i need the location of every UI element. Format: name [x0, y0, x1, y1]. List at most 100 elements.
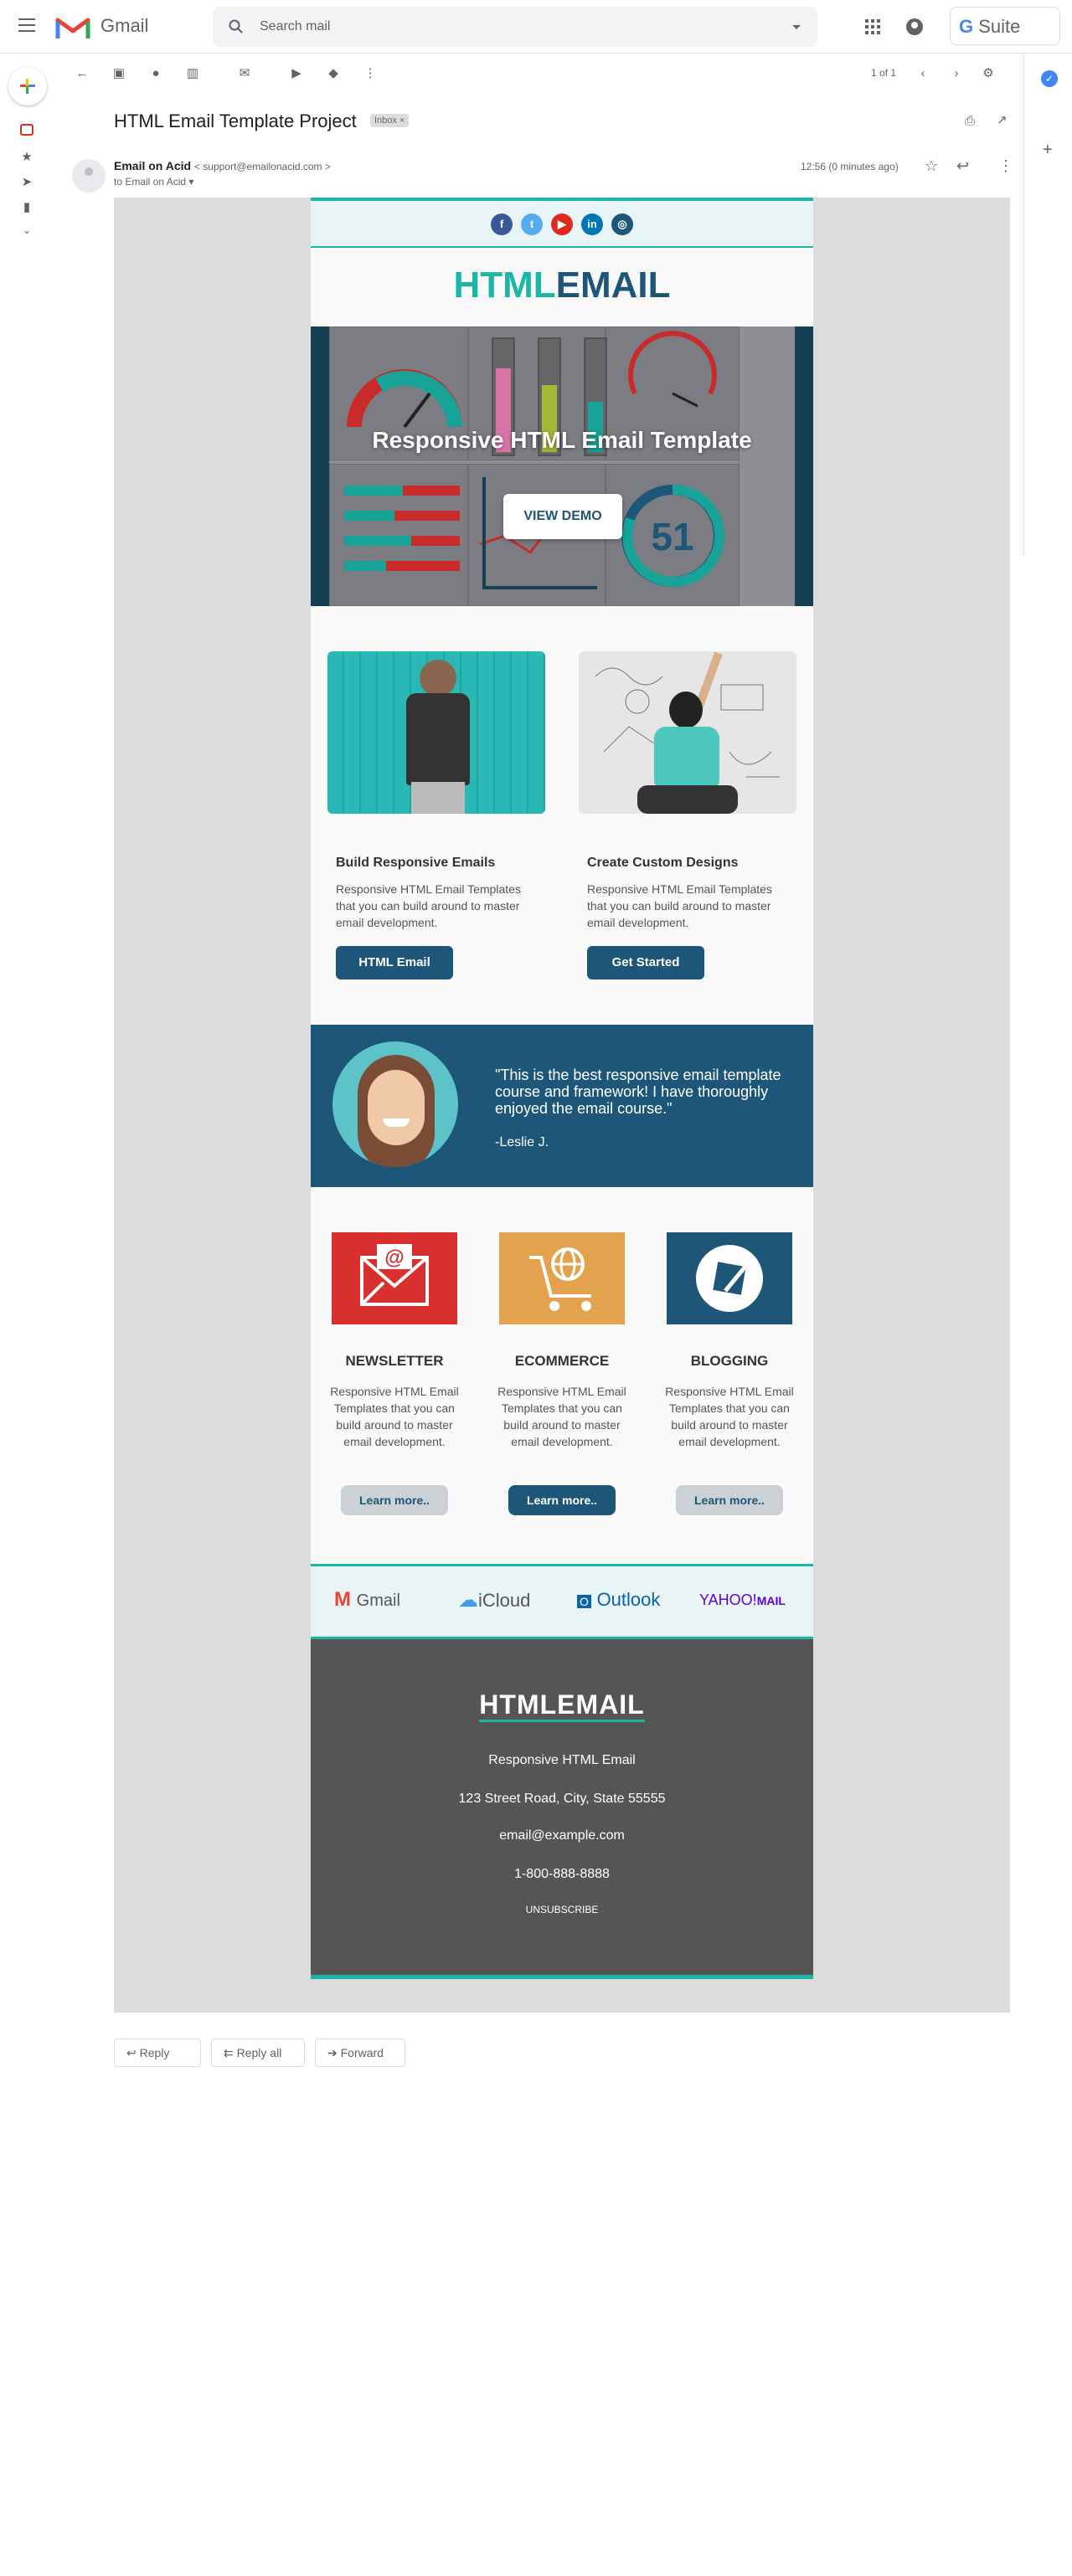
footer-logo[interactable]: HTMLEMAIL [311, 1689, 813, 1722]
tasks-icon[interactable]: ✓ [1041, 70, 1058, 87]
more-labels-icon[interactable]: ⌄ [18, 224, 35, 241]
email-content: f t ▶ in ◎ HTMLEMAIL 51 Responsive HTML … [311, 198, 813, 1979]
top-bar: Gmail Search mail G Suite [0, 0, 1072, 54]
add-addon-icon[interactable]: + [1043, 141, 1053, 160]
sender-email: < support@emailonacid.com > [193, 161, 331, 172]
gsuite-badge[interactable]: G Suite [950, 7, 1060, 45]
gsuite-label: Suite [978, 16, 1021, 37]
mark-unread-icon[interactable]: ✉ [236, 65, 253, 82]
hero-banner: 51 Responsive HTML Email Template VIEW D… [311, 326, 813, 606]
progress-bars [344, 486, 460, 571]
back-icon[interactable]: ← [74, 65, 90, 82]
blogging-title: BLOGGING [690, 1353, 769, 1369]
testimonial-avatar [332, 1041, 458, 1167]
reply-all-icon: ⇇ [224, 2046, 234, 2059]
dashboard-image: 51 [329, 326, 795, 606]
yahoo-mail-label: MAIL [756, 1594, 786, 1607]
move-to-icon[interactable]: ▶ [288, 65, 305, 82]
column-1-text: Responsive HTML Email Templates that you… [336, 882, 521, 929]
gmail-client-logo: M Gmail [334, 1588, 400, 1611]
recipient-line[interactable]: to Email on Acid ▾ [114, 176, 193, 188]
footer-address: 123 Street Road, City, State 55555 [458, 1792, 666, 1806]
archive-icon[interactable]: ▣ [111, 65, 127, 82]
testimonial-author: -Leslie J. [495, 1135, 549, 1149]
star-icon[interactable]: ☆ [925, 157, 938, 175]
message-more-icon[interactable]: ⋮ [998, 157, 1013, 175]
blogging-learn-more-button[interactable]: Learn more.. [676, 1485, 783, 1515]
woman-photo [579, 651, 796, 814]
recipient-text: to Email on Acid [114, 176, 187, 188]
youtube-icon[interactable]: ▶ [551, 213, 573, 235]
yahoo-client-logo: YAHOO!MAIL [699, 1591, 786, 1609]
sender-name[interactable]: Email on Acid [114, 159, 191, 172]
open-new-window-icon[interactable]: ↗ [997, 112, 1008, 127]
inbox-label-text: Inbox [374, 116, 397, 126]
logo-part-html: HTML [453, 265, 556, 306]
labels-icon[interactable]: ◆ [325, 65, 342, 82]
hero-title: Responsive HTML Email Template [372, 427, 752, 453]
gmail-logo-icon[interactable] [55, 15, 90, 40]
reply-button[interactable]: ↩ Reply [114, 2039, 201, 2067]
inbox-icon[interactable] [20, 124, 34, 136]
gauge-value: 51 [651, 515, 693, 558]
newer-icon[interactable]: ‹ [915, 65, 931, 82]
gmail-client-label: Gmail [356, 1591, 400, 1610]
main-menu-icon[interactable] [18, 18, 35, 32]
more-icon[interactable]: ⋮ [362, 65, 379, 82]
right-rail: ✓ + [1023, 54, 1072, 556]
footer-logo-text: HTMLEMAIL [479, 1689, 645, 1722]
reply-icon[interactable]: ↩ [956, 157, 969, 175]
blogging-icon [667, 1232, 792, 1324]
ecommerce-title: ECOMMERCE [514, 1353, 610, 1369]
column-1-title: Build Responsive Emails [336, 856, 496, 870]
instagram-icon[interactable]: ◎ [611, 213, 633, 235]
blogging-text: Responsive HTML Email Templates that you… [665, 1385, 794, 1448]
compose-button[interactable] [8, 67, 47, 105]
report-spam-icon[interactable]: ● [147, 65, 164, 82]
sender-avatar[interactable] [72, 159, 106, 193]
message-time: 12:56 (0 minutes ago) [801, 161, 899, 172]
footer-email[interactable]: email@example.com [311, 1828, 813, 1843]
view-demo-button[interactable]: VIEW DEMO [503, 494, 622, 539]
search-icon[interactable] [228, 18, 245, 35]
older-icon[interactable]: › [948, 65, 965, 82]
delete-icon[interactable]: ▥ [184, 65, 201, 82]
settings-icon[interactable]: ⚙ [980, 65, 997, 82]
ecommerce-icon [499, 1232, 625, 1324]
reply-all-label: Reply all [236, 2046, 282, 2059]
print-icon[interactable]: ⎙ [965, 114, 975, 128]
column-2-text: Responsive HTML Email Templates that you… [587, 882, 772, 929]
linkedin-icon[interactable]: in [581, 213, 603, 235]
footer-phone[interactable]: 1-800-888-8888 [311, 1867, 813, 1882]
reply-icon-small: ↩ [126, 2046, 137, 2059]
html-email-button[interactable]: HTML Email [336, 946, 453, 979]
twitter-icon[interactable]: t [521, 213, 543, 235]
forward-label: Forward [340, 2046, 384, 2059]
icloud-client-logo: ☁iCloud [458, 1589, 531, 1612]
email-logo[interactable]: HTMLEMAIL [311, 248, 813, 326]
facebook-icon[interactable]: f [491, 213, 513, 235]
sent-icon[interactable]: ➤ [18, 174, 35, 191]
starred-icon[interactable]: ★ [18, 149, 35, 166]
account-icon[interactable] [906, 18, 923, 35]
inbox-label-chip[interactable]: Inbox × [370, 114, 410, 127]
drafts-icon[interactable]: ▮ [18, 199, 35, 216]
search-options-icon[interactable] [792, 25, 801, 29]
unsubscribe-link[interactable]: UNSUBSCRIBE [311, 1904, 813, 1915]
search-bar[interactable]: Search mail [213, 7, 817, 47]
apps-grid-icon[interactable] [864, 18, 881, 35]
yahoo-client-label: YAHOO! [699, 1591, 757, 1608]
newsletter-icon: @ [332, 1232, 457, 1324]
social-bar: f t ▶ in ◎ [311, 198, 813, 248]
ecommerce-text: Responsive HTML Email Templates that you… [497, 1385, 626, 1448]
reply-all-button[interactable]: ⇇ Reply all [211, 2039, 305, 2067]
ecommerce-learn-more-button[interactable]: Learn more.. [508, 1485, 616, 1515]
testimonial-quote: "This is the best responsive email templ… [495, 1067, 781, 1117]
forward-button[interactable]: ➔ Forward [315, 2039, 405, 2067]
get-started-button[interactable]: Get Started [587, 946, 704, 979]
newsletter-learn-more-button[interactable]: Learn more.. [341, 1485, 448, 1515]
sender-line: Email on Acid < support@emailonacid.com … [114, 159, 331, 172]
search-input[interactable]: Search mail [260, 19, 330, 34]
reply-label: Reply [139, 2046, 170, 2059]
app-name[interactable]: Gmail [100, 15, 148, 37]
